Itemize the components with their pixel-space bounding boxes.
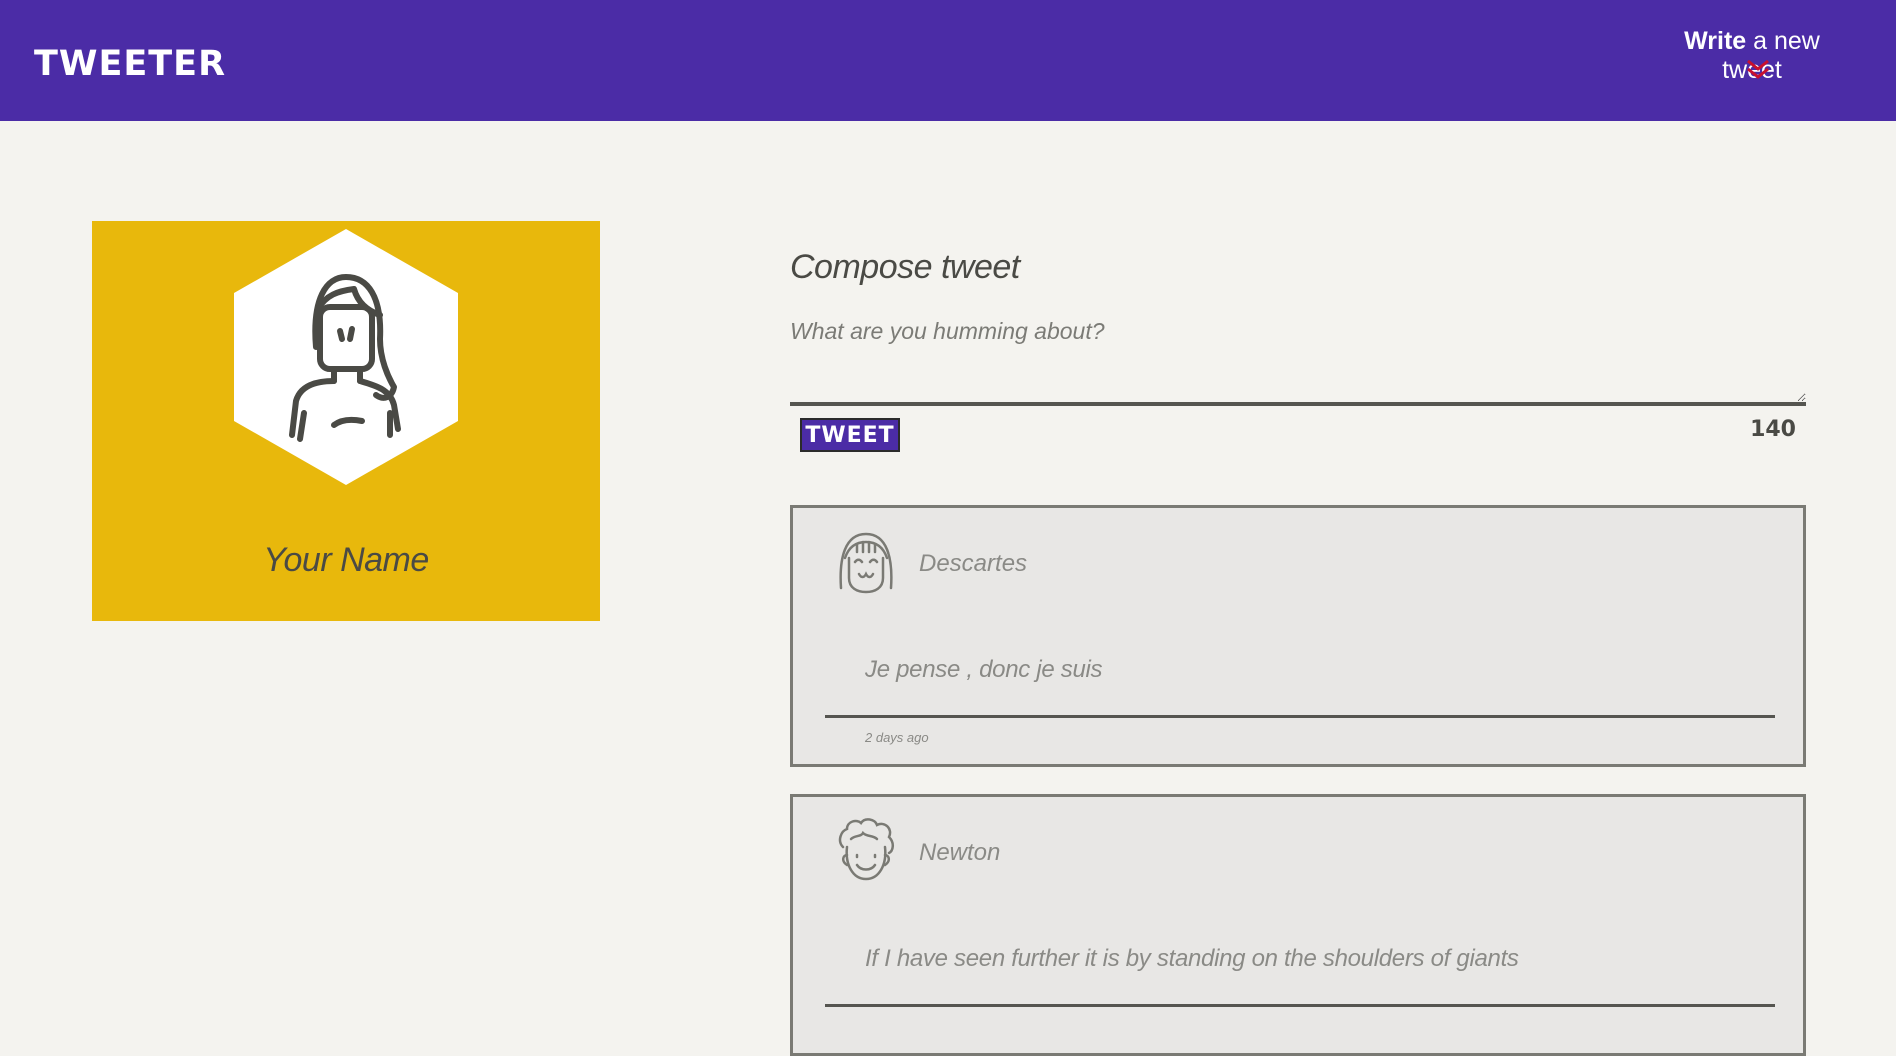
- brand-logo[interactable]: TWEETER: [34, 44, 226, 84]
- profile-card: Your Name: [92, 221, 600, 621]
- write-new-bold: Write: [1684, 27, 1747, 55]
- tweet-card: Descartes Je pense , donc je suis 2 days…: [790, 505, 1806, 767]
- tweet-button[interactable]: TWEET: [800, 418, 900, 452]
- tweet-author: Newton: [919, 839, 1001, 866]
- profile-name: Your Name: [263, 541, 429, 579]
- tweet-content: Je pense , donc je suis: [865, 656, 1103, 683]
- tweet-timestamp: 2 days ago: [865, 730, 929, 745]
- compose-title: Compose tweet: [790, 248, 1020, 286]
- compose-tweet-input[interactable]: [790, 318, 1806, 406]
- tweet-content: If I have seen further it is by standing…: [865, 945, 1519, 972]
- girl-avatar-icon: [234, 229, 458, 485]
- tweet-author: Descartes: [919, 550, 1028, 577]
- tweet-divider: [825, 715, 1775, 718]
- character-counter: 140: [1750, 417, 1796, 442]
- tweet-card: Newton If I have seen further it is by s…: [790, 794, 1806, 1056]
- girl-face-icon: [839, 532, 893, 594]
- top-nav: TWEETER Write a new tweet: [0, 0, 1896, 121]
- curly-hair-face-icon: [838, 818, 894, 881]
- double-chevron-down-icon[interactable]: [1745, 58, 1771, 80]
